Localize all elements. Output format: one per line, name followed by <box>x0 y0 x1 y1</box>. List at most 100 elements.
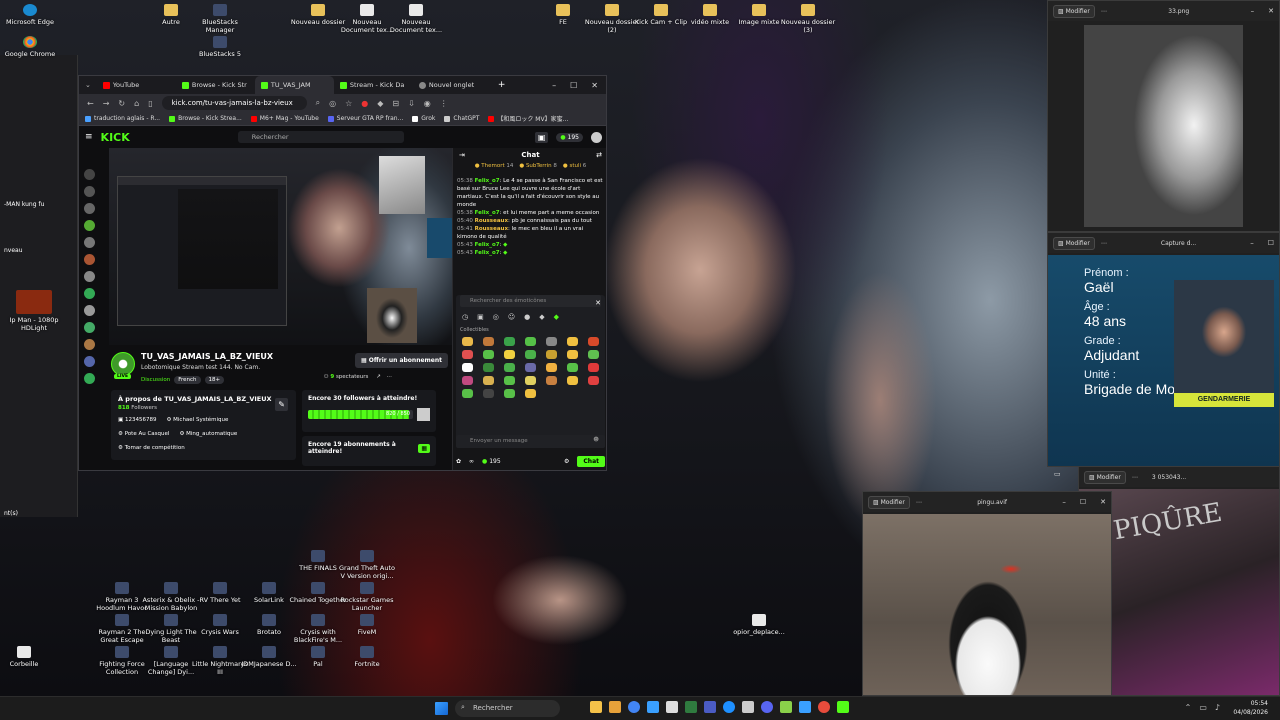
emote[interactable] <box>462 337 473 346</box>
send-chat-button[interactable]: Chat <box>577 455 605 467</box>
chat-username[interactable]: Felix_o7 <box>475 250 500 256</box>
emote[interactable] <box>588 337 599 346</box>
network-icon[interactable]: ▭ <box>1199 703 1207 712</box>
vscode-icon[interactable] <box>799 701 811 713</box>
emote[interactable] <box>567 337 578 346</box>
emote[interactable] <box>546 337 557 346</box>
edit-button[interactable]: ▨ Modifier <box>1053 236 1095 250</box>
emote[interactable] <box>525 337 536 346</box>
file-explorer-icon[interactable] <box>590 701 602 713</box>
share-icon[interactable]: ↗ <box>376 374 381 380</box>
bookmark-item[interactable]: Grok <box>412 115 435 122</box>
chevron-up-icon[interactable]: ⌃ <box>1185 703 1192 712</box>
edit-button[interactable]: ▨ Modifier <box>1084 470 1126 484</box>
social-link[interactable]: ⚙ Pote Au Casquel <box>118 431 169 437</box>
desktop-icon-app[interactable]: BlueStacks 5 <box>190 36 250 58</box>
desktop-icon-recycle-bin[interactable]: Corbeille <box>0 646 54 668</box>
eye-icon[interactable]: ◎ <box>329 99 336 108</box>
volume-icon[interactable]: ♪ <box>1215 703 1220 712</box>
sidebar-channel-avatar[interactable] <box>83 288 95 299</box>
more-icon[interactable]: ⋯ <box>1132 474 1138 481</box>
emoji-picker-icon[interactable]: ☻ <box>593 437 599 443</box>
chat-username[interactable]: Rousseaux <box>475 226 508 232</box>
sidebar-channel-avatar[interactable] <box>83 237 95 248</box>
bookmark-item[interactable]: 【和風ロック MV】家蜜... <box>488 114 568 123</box>
video-player[interactable] <box>109 148 452 345</box>
emote[interactable] <box>504 363 515 372</box>
emote[interactable] <box>546 376 557 385</box>
collapse-chat-icon[interactable]: ⇥ <box>459 151 465 159</box>
emote[interactable] <box>588 376 599 385</box>
desktop-icon-doc[interactable]: opior_deplace... <box>729 614 789 636</box>
chat-username[interactable]: Felix_o7 <box>475 178 500 184</box>
maximize-icon[interactable]: ☐ <box>570 81 577 90</box>
collectible-emotes-icon[interactable]: ◆ <box>539 313 544 321</box>
category-link[interactable]: Discussion <box>141 377 170 383</box>
chat-username[interactable]: Felix_o7 <box>475 242 500 248</box>
minimize-icon[interactable]: – <box>1250 239 1254 247</box>
more-icon[interactable]: ⋯ <box>916 499 922 506</box>
kick-search-input[interactable]: Rechercher <box>237 131 404 143</box>
emote[interactable] <box>525 350 536 359</box>
emote[interactable] <box>504 376 515 385</box>
desktop-icon-app[interactable]: BlueStacks Manager <box>190 4 250 34</box>
hamburger-icon[interactable]: ≡ <box>85 132 93 142</box>
emote[interactable] <box>483 363 494 372</box>
coins-badge[interactable]: ● 195 <box>556 132 583 142</box>
channel-avatar[interactable] <box>111 352 135 376</box>
nvidia-icon[interactable] <box>685 701 697 713</box>
minimize-icon[interactable]: – <box>1062 498 1066 506</box>
close-icon[interactable]: ✕ <box>1100 498 1106 506</box>
back-icon[interactable]: ← <box>87 99 94 108</box>
clock[interactable]: 05:54 04/08/2026 <box>1233 699 1268 717</box>
background-app-window[interactable]: -MAN kung fu nveau nt(s) <box>0 55 78 517</box>
discord-icon[interactable] <box>761 701 773 713</box>
taskbar-search[interactable]: ⌕ Rechercher <box>455 700 560 717</box>
emote[interactable] <box>483 337 494 346</box>
emote[interactable] <box>567 363 578 372</box>
emoji-icon[interactable]: ☺ <box>508 313 515 321</box>
close-emotes-icon[interactable]: ✕ <box>595 299 601 307</box>
sidebar-channel-avatar[interactable] <box>83 305 95 316</box>
sidebar-channel-avatar[interactable] <box>83 254 95 265</box>
channel-name[interactable]: TU_VAS_JAMAIS_LA_BZ_VIEUX <box>141 352 273 361</box>
emote[interactable] <box>567 350 578 359</box>
emote[interactable] <box>546 363 557 372</box>
minimize-icon[interactable]: – <box>552 81 556 90</box>
desktop-icon-doc[interactable]: Nouveau Document tex... <box>386 4 446 34</box>
app-icon[interactable] <box>742 701 754 713</box>
tab-youtube[interactable]: YouTube <box>97 76 176 94</box>
recent-emotes-icon[interactable]: ◷ <box>462 313 468 321</box>
desktop-icon-app[interactable]: Grand Theft Auto V Version origi... <box>337 550 397 580</box>
desktop-icon-chrome[interactable]: Google Chrome <box>0 36 60 58</box>
more-icon[interactable]: ⋯ <box>1101 8 1107 15</box>
gift-subscription-button[interactable]: ▦ Offrir un abonnement <box>355 353 448 368</box>
emote-search-input[interactable]: Rechercher des émoticônes <box>460 295 601 307</box>
app-icon[interactable] <box>647 701 659 713</box>
chat-username[interactable]: Felix_o7 <box>475 210 500 216</box>
bookmark-item[interactable]: M6+ Mag - YouTube <box>250 115 319 122</box>
bookmark-item[interactable]: Serveur GTA RP fran... <box>327 115 403 122</box>
steam-icon[interactable] <box>704 701 716 713</box>
extension-icon[interactable]: ● <box>361 99 368 108</box>
chat-message-input[interactable]: Envoyer un message ☻ <box>456 435 605 448</box>
sidebar-channel-avatar[interactable] <box>83 356 95 367</box>
minimize-icon[interactable]: – <box>1251 7 1255 15</box>
more-icon[interactable]: ⋯ <box>1101 240 1107 247</box>
desktop-icon-app[interactable]: FiveM <box>337 614 397 636</box>
sidebar-channel-avatar[interactable] <box>83 203 95 214</box>
global-emotes-icon[interactable]: ◎ <box>493 313 499 321</box>
window-icon[interactable]: ▭ <box>1054 470 1061 478</box>
bookmark-item[interactable]: traduction aglais - R... <box>85 115 160 122</box>
download-icon[interactable]: ⇩ <box>408 99 415 108</box>
chat-settings-gear-icon[interactable]: ⚙ <box>564 458 569 465</box>
emote[interactable] <box>462 389 473 398</box>
tag-chip[interactable]: 18+ <box>204 376 225 384</box>
desktop-icon-app[interactable]: Fortnite <box>337 646 397 668</box>
tab-kick-browse[interactable]: Browse - Kick Str <box>176 76 255 94</box>
browser-window[interactable]: ⌄ YouTube Browse - Kick Str TU_VAS_JAM S… <box>78 75 607 471</box>
tab-kick-channel[interactable]: TU_VAS_JAM <box>254 76 334 94</box>
user-avatar[interactable] <box>591 131 602 143</box>
calendar-icon[interactable]: ▦ <box>418 444 430 453</box>
sidebar-channel-avatar[interactable] <box>83 322 95 333</box>
